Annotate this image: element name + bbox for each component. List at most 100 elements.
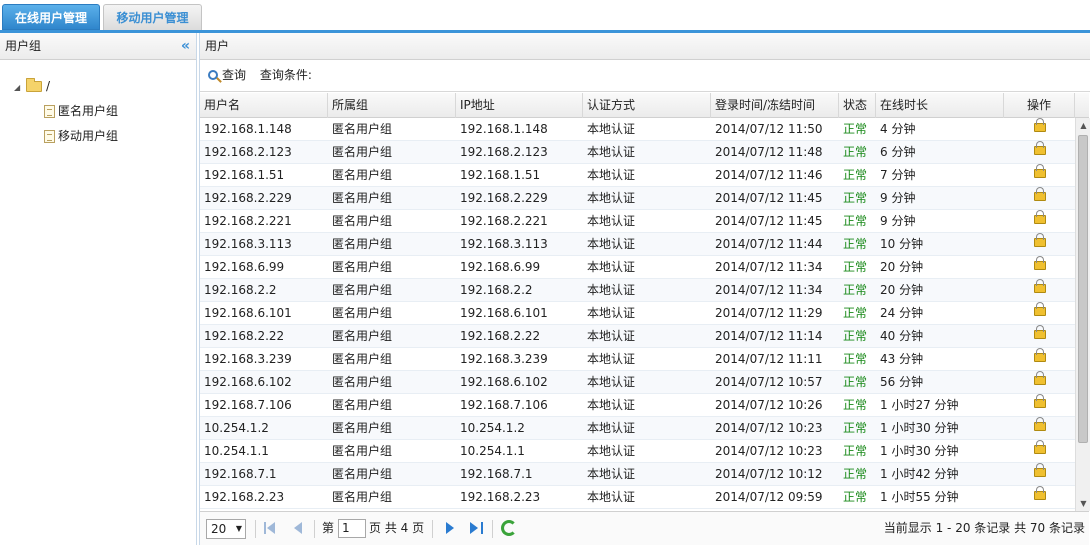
lock-icon[interactable] xyxy=(1034,394,1046,408)
table-row[interactable]: 192.168.2.22 匿名用户组 192.168.2.22 本地认证 2014/07… xyxy=(200,325,1075,348)
tree-toggle-icon[interactable]: ◢ xyxy=(14,75,24,100)
cell-auth: 本地认证 xyxy=(587,467,636,481)
cell-duration: 1 小时55 分钟 xyxy=(880,490,959,504)
column-header-auth[interactable]: 认证方式 xyxy=(583,93,711,118)
cell-username: 192.168.3.113 xyxy=(204,237,292,251)
cell-ip: 192.168.2.221 xyxy=(460,214,548,228)
lock-icon[interactable] xyxy=(1034,187,1046,201)
scrollbar-thumb[interactable] xyxy=(1078,135,1088,443)
cell-username: 192.168.2.22 xyxy=(204,329,285,343)
tree-node-label: 匿名用户组 xyxy=(58,104,119,118)
vertical-scrollbar[interactable]: ▲ ▼ xyxy=(1075,118,1090,511)
cell-status: 正常 xyxy=(843,122,868,136)
table-row[interactable]: 192.168.2.23 匿名用户组 192.168.2.23 本地认证 2014/07… xyxy=(200,486,1075,509)
cell-username: 192.168.7.106 xyxy=(204,398,292,412)
cell-login-time: 2014/07/12 10:23 xyxy=(715,444,823,458)
tree-node-anonymous-group[interactable]: 匿名用户组 xyxy=(0,99,196,124)
prev-page-button[interactable] xyxy=(291,521,305,535)
scroll-up-icon[interactable]: ▲ xyxy=(1076,118,1090,133)
cell-group: 匿名用户组 xyxy=(332,490,393,504)
pager-divider xyxy=(314,520,315,538)
cell-ip: 192.168.3.239 xyxy=(460,352,548,366)
scroll-down-icon[interactable]: ▼ xyxy=(1076,496,1090,511)
tree-node-mobile-group[interactable]: 移动用户组 xyxy=(0,124,196,149)
cell-status: 正常 xyxy=(843,421,868,435)
cell-login-time: 2014/07/12 11:44 xyxy=(715,237,823,251)
cell-login-time: 2014/07/12 11:45 xyxy=(715,214,823,228)
lock-icon[interactable] xyxy=(1034,348,1046,362)
query-button[interactable]: 查询 xyxy=(208,68,256,82)
cell-login-time: 2014/07/12 11:46 xyxy=(715,168,823,182)
lock-icon[interactable] xyxy=(1034,210,1046,224)
cell-login-time: 2014/07/12 11:50 xyxy=(715,122,823,136)
page-prefix: 第 xyxy=(322,521,335,535)
page-number-input[interactable]: 1 xyxy=(338,519,366,538)
cell-group: 匿名用户组 xyxy=(332,421,393,435)
query-condition-label: 查询条件: xyxy=(259,68,312,82)
cell-login-time: 2014/07/12 10:57 xyxy=(715,375,823,389)
page-size-select[interactable]: 20 ▼ xyxy=(206,519,246,539)
lock-icon[interactable] xyxy=(1034,233,1046,247)
page-total: 页 共 4 页 xyxy=(369,521,425,535)
lock-icon[interactable] xyxy=(1034,164,1046,178)
cell-auth: 本地认证 xyxy=(587,490,636,504)
column-header-group[interactable]: 所属组 xyxy=(328,93,456,118)
refresh-icon[interactable] xyxy=(501,520,517,536)
lock-icon[interactable] xyxy=(1034,486,1046,500)
table-row[interactable]: 192.168.3.239 匿名用户组 192.168.3.239 本地认证 2014/… xyxy=(200,348,1075,371)
cell-duration: 43 分钟 xyxy=(880,352,924,366)
tab-online-users[interactable]: 在线用户管理 xyxy=(2,4,100,30)
column-header-login-time[interactable]: 登录时间/冻结时间 xyxy=(711,93,839,118)
lock-icon[interactable] xyxy=(1034,463,1046,477)
cell-ip: 192.168.2.229 xyxy=(460,191,548,205)
table-row[interactable]: 192.168.2.221 匿名用户组 192.168.2.221 本地认证 2014/… xyxy=(200,210,1075,233)
table-row[interactable]: 192.168.6.102 匿名用户组 192.168.6.102 本地认证 2014/… xyxy=(200,371,1075,394)
first-page-button[interactable] xyxy=(264,521,278,535)
column-header-duration[interactable]: 在线时长 xyxy=(876,93,1004,118)
table-row[interactable]: 192.168.1.51 匿名用户组 192.168.1.51 本地认证 2014/07… xyxy=(200,164,1075,187)
table-row[interactable]: 192.168.2.123 匿名用户组 192.168.2.123 本地认证 2014/… xyxy=(200,141,1075,164)
lock-icon[interactable] xyxy=(1034,118,1046,132)
lock-icon[interactable] xyxy=(1034,371,1046,385)
lock-icon[interactable] xyxy=(1034,325,1046,339)
lock-icon[interactable] xyxy=(1034,256,1046,270)
tree-root-label: / xyxy=(46,79,51,93)
cell-group: 匿名用户组 xyxy=(332,375,393,389)
table-row[interactable]: 192.168.1.148 匿名用户组 192.168.1.148 本地认证 2014/… xyxy=(200,118,1075,141)
table-row[interactable]: 10.254.1.1 匿名用户组 10.254.1.1 本地认证 2014/07/12 … xyxy=(200,440,1075,463)
table-row[interactable]: 192.168.6.101 匿名用户组 192.168.6.101 本地认证 2014/… xyxy=(200,302,1075,325)
cell-group: 匿名用户组 xyxy=(332,237,393,251)
tab-mobile-users[interactable]: 移动用户管理 xyxy=(103,4,202,30)
lock-icon[interactable] xyxy=(1034,302,1046,316)
cell-duration: 9 分钟 xyxy=(880,191,916,205)
cell-ip: 192.168.2.23 xyxy=(460,490,541,504)
cell-login-time: 2014/07/12 11:34 xyxy=(715,260,823,274)
cell-username: 192.168.6.102 xyxy=(204,375,292,389)
column-header-username[interactable]: 用户名 xyxy=(200,93,328,118)
pager: 20 ▼ 第 1 页 共 4 页 当前显示 1 - 20 条记录 共 70 条记录 xyxy=(200,511,1089,545)
table-row[interactable]: 192.168.3.113 匿名用户组 192.168.3.113 本地认证 2014/… xyxy=(200,233,1075,256)
cell-auth: 本地认证 xyxy=(587,329,636,343)
table-row[interactable]: 192.168.6.99 匿名用户组 192.168.6.99 本地认证 2014/07… xyxy=(200,256,1075,279)
table-row[interactable]: 192.168.2.2 匿名用户组 192.168.2.2 本地认证 2014/07/1… xyxy=(200,279,1075,302)
column-header-ip[interactable]: IP地址 xyxy=(456,93,583,118)
lock-icon[interactable] xyxy=(1034,417,1046,431)
double-chevron-left-icon[interactable]: « xyxy=(181,33,190,59)
next-page-button[interactable] xyxy=(443,521,457,535)
grid-body: 192.168.1.148 匿名用户组 192.168.1.148 本地认证 2014/… xyxy=(200,118,1075,511)
column-header-actions: 操作 xyxy=(1004,93,1075,118)
lock-icon[interactable] xyxy=(1034,141,1046,155)
column-header-status[interactable]: 状态 xyxy=(839,93,876,118)
table-row[interactable]: 192.168.2.229 匿名用户组 192.168.2.229 本地认证 2014/… xyxy=(200,187,1075,210)
cell-ip: 192.168.6.99 xyxy=(460,260,541,274)
cell-duration: 20 分钟 xyxy=(880,260,924,274)
lock-icon[interactable] xyxy=(1034,279,1046,293)
table-row[interactable]: 10.254.1.2 匿名用户组 10.254.1.2 本地认证 2014/07/12 … xyxy=(200,417,1075,440)
lock-icon[interactable] xyxy=(1034,440,1046,454)
tree-root-node[interactable]: ◢ / xyxy=(0,74,196,99)
table-row[interactable]: 192.168.7.1 匿名用户组 192.168.7.1 本地认证 2014/07/1… xyxy=(200,463,1075,486)
cell-duration: 20 分钟 xyxy=(880,283,924,297)
last-page-button[interactable] xyxy=(469,521,483,535)
table-row[interactable]: 192.168.7.106 匿名用户组 192.168.7.106 本地认证 2014/… xyxy=(200,394,1075,417)
cell-auth: 本地认证 xyxy=(587,306,636,320)
